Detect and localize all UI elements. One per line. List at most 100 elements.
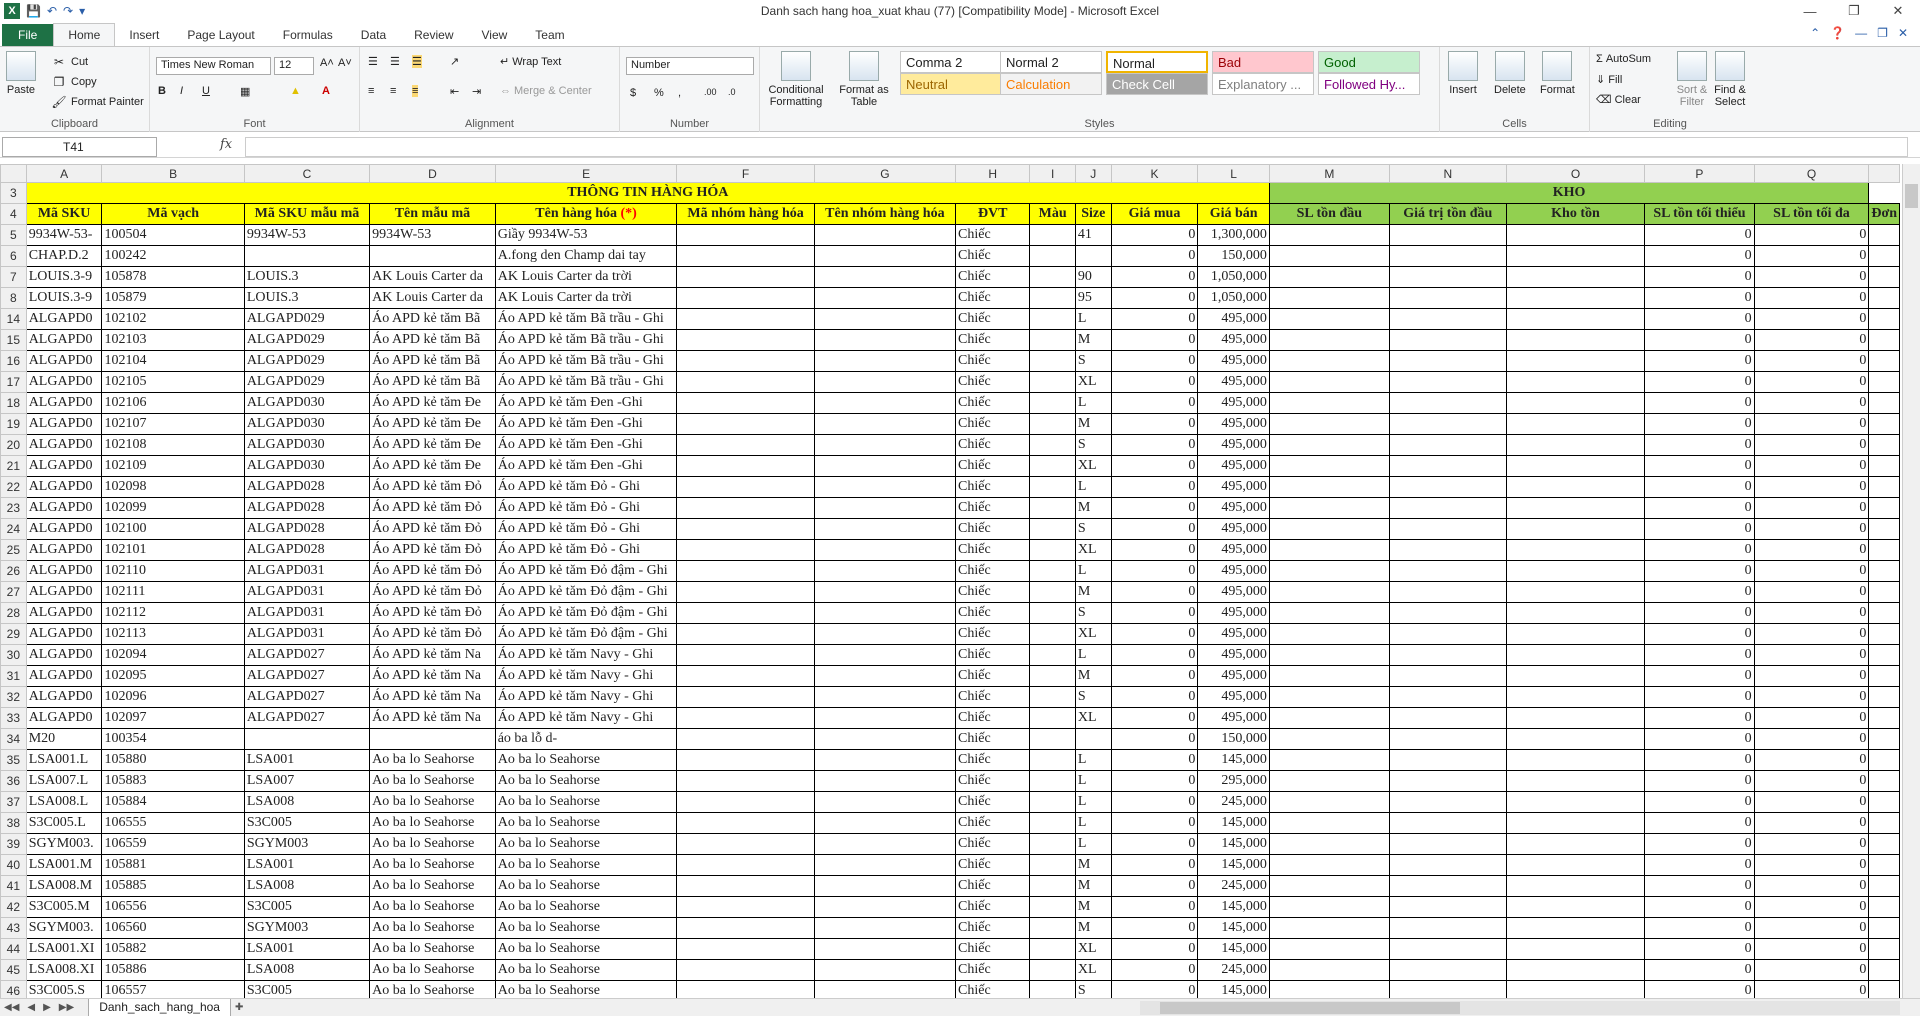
cell-q26[interactable]: 0 [1753, 560, 1870, 582]
cell-a32[interactable]: ALGAPD0 [25, 686, 103, 708]
cell-m18[interactable] [1268, 392, 1390, 414]
cell-p21[interactable]: 0 [1644, 455, 1755, 477]
tab-team[interactable]: Team [521, 24, 578, 46]
cell-f27[interactable] [676, 581, 815, 603]
cell-f34[interactable] [676, 728, 815, 750]
cell-r43[interactable] [1868, 917, 1900, 939]
cell-g28[interactable] [813, 602, 957, 624]
cell-f45[interactable] [676, 959, 815, 981]
cell-i22[interactable] [1029, 476, 1076, 498]
cell-c28[interactable]: ALGAPD031 [243, 602, 371, 624]
row-header[interactable]: 24 [0, 518, 27, 540]
cell-p29[interactable]: 0 [1644, 623, 1755, 645]
cell-q21[interactable]: 0 [1753, 455, 1870, 477]
cell-d7[interactable]: AK Louis Carter da [369, 266, 496, 288]
cell-h42[interactable]: Chiếc [955, 896, 1031, 918]
row-header[interactable]: 27 [0, 581, 27, 603]
cell-c31[interactable]: ALGAPD027 [243, 665, 371, 687]
cell-n33[interactable] [1388, 707, 1507, 729]
cell-i7[interactable] [1029, 266, 1076, 288]
column-title-n[interactable]: Giá trị tồn đầu [1388, 203, 1507, 225]
cell-n14[interactable] [1388, 308, 1507, 330]
cell-p41[interactable]: 0 [1644, 875, 1755, 897]
cell-c29[interactable]: ALGAPD031 [243, 623, 371, 645]
currency-icon[interactable]: $ [630, 87, 636, 99]
cell-c30[interactable]: ALGAPD027 [243, 644, 371, 666]
column-header-r[interactable] [1868, 164, 1900, 183]
cell-h19[interactable]: Chiếc [955, 413, 1031, 435]
cell-r41[interactable] [1868, 875, 1900, 897]
cell-m40[interactable] [1268, 854, 1390, 876]
row-header[interactable]: 3 [0, 182, 27, 204]
cell-a8[interactable]: LOUIS.3-9 [25, 287, 103, 309]
cell-g20[interactable] [813, 434, 957, 456]
cell-d38[interactable]: Ao ba lo Seahorse [369, 812, 496, 834]
cell-o26[interactable] [1505, 560, 1646, 582]
cell-i19[interactable] [1029, 413, 1076, 435]
cell-r39[interactable] [1868, 833, 1900, 855]
cell-a20[interactable]: ALGAPD0 [25, 434, 103, 456]
cell-p8[interactable]: 0 [1644, 287, 1755, 309]
cell-c20[interactable]: ALGAPD030 [243, 434, 371, 456]
cell-m22[interactable] [1268, 476, 1390, 498]
cell-f6[interactable] [676, 245, 815, 267]
cell-b28[interactable]: 102112 [101, 602, 245, 624]
cell-j37[interactable]: L [1074, 791, 1112, 813]
cell-p42[interactable]: 0 [1644, 896, 1755, 918]
cell-d24[interactable]: Áo APD kẻ tăm Đỏ [369, 518, 496, 540]
cell-j39[interactable]: L [1074, 833, 1112, 855]
cell-j26[interactable]: L [1074, 560, 1112, 582]
cell-d32[interactable]: Áo APD kẻ tăm Na [369, 686, 496, 708]
cell-l24[interactable]: 495,000 [1197, 518, 1270, 540]
column-header-i[interactable]: I [1029, 164, 1076, 183]
cell-b41[interactable]: 105885 [101, 875, 245, 897]
cell-h30[interactable]: Chiếc [955, 644, 1031, 666]
cell-h25[interactable]: Chiếc [955, 539, 1031, 561]
cell-q40[interactable]: 0 [1753, 854, 1870, 876]
row-header[interactable]: 20 [0, 434, 27, 456]
tab-review[interactable]: Review [400, 24, 467, 46]
cell-style-followed-hy[interactable]: Followed Hy... [1318, 73, 1420, 95]
cell-l37[interactable]: 245,000 [1197, 791, 1270, 813]
cell-m30[interactable] [1268, 644, 1390, 666]
cell-p22[interactable]: 0 [1644, 476, 1755, 498]
cell-style-check-cell[interactable]: Check Cell [1106, 73, 1208, 95]
cell-a43[interactable]: SGYM003. [25, 917, 103, 939]
cell-c35[interactable]: LSA001 [243, 749, 371, 771]
cell-i45[interactable] [1029, 959, 1076, 981]
cell-j14[interactable]: L [1074, 308, 1112, 330]
cell-b43[interactable]: 106560 [101, 917, 245, 939]
cell-e44[interactable]: Ao ba lo Seahorse [494, 938, 678, 960]
increase-indent-icon[interactable]: ⇥ [472, 85, 481, 98]
cell-l33[interactable]: 495,000 [1197, 707, 1270, 729]
cell-q39[interactable]: 0 [1753, 833, 1870, 855]
cell-i39[interactable] [1029, 833, 1076, 855]
cell-r7[interactable] [1868, 266, 1900, 288]
column-title-c[interactable]: Mã SKU mẫu mã [243, 203, 371, 225]
cut-button[interactable]: ✂ Cut [50, 53, 88, 71]
cell-d8[interactable]: AK Louis Carter da [369, 287, 496, 309]
cell-k31[interactable]: 0 [1110, 665, 1199, 687]
cell-c7[interactable]: LOUIS.3 [243, 266, 371, 288]
cell-c21[interactable]: ALGAPD030 [243, 455, 371, 477]
cell-e28[interactable]: Áo APD kẻ tăm Đỏ đậm - Ghi [494, 602, 678, 624]
cell-n5[interactable] [1388, 224, 1507, 246]
last-sheet-icon[interactable]: ▶▶ [55, 1002, 78, 1013]
row-header[interactable]: 5 [0, 224, 27, 246]
cell-b8[interactable]: 105879 [101, 287, 245, 309]
column-header-a[interactable]: A [25, 164, 103, 183]
cell-n15[interactable] [1388, 329, 1507, 351]
next-sheet-icon[interactable]: ▶ [39, 1002, 55, 1013]
cell-g43[interactable] [813, 917, 957, 939]
cell-m44[interactable] [1268, 938, 1390, 960]
cell-i32[interactable] [1029, 686, 1076, 708]
cell-j25[interactable]: XL [1074, 539, 1112, 561]
cell-e39[interactable]: Ao ba lo Seahorse [494, 833, 678, 855]
cell-j6[interactable] [1074, 245, 1112, 267]
vertical-scrollbar[interactable] [1902, 164, 1920, 1000]
cell-a29[interactable]: ALGAPD0 [25, 623, 103, 645]
cell-o5[interactable] [1505, 224, 1646, 246]
cell-o8[interactable] [1505, 287, 1646, 309]
cell-d16[interactable]: Áo APD kẻ tăm Bã [369, 350, 496, 372]
cell-a22[interactable]: ALGAPD0 [25, 476, 103, 498]
